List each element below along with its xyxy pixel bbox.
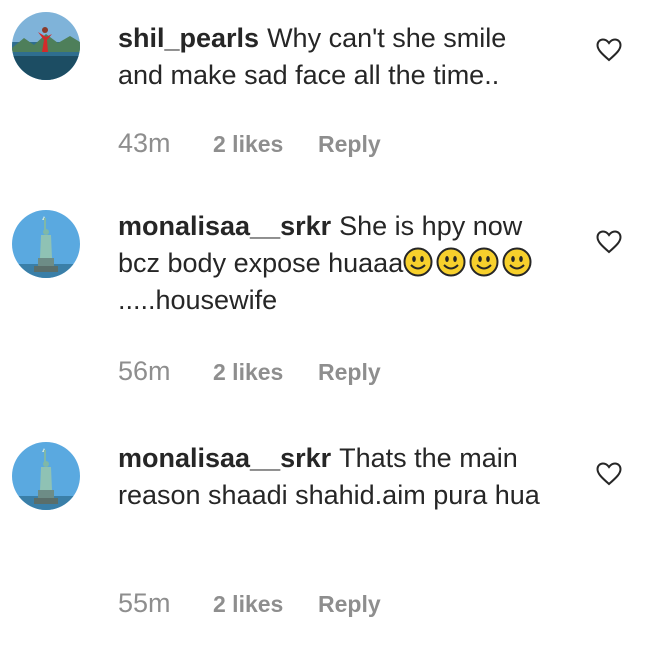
smiley-face-icon	[502, 247, 532, 277]
comment-username[interactable]: monalisaa__srkr	[118, 443, 331, 473]
heart-outline-icon[interactable]	[596, 230, 622, 254]
reply-button[interactable]: Reply	[318, 359, 381, 386]
comment-body: monalisaa__srkr She is hpy now bcz body e…	[118, 208, 558, 319]
reply-button[interactable]: Reply	[318, 131, 381, 158]
comment-body: shil_pearls Why can't she smile and make …	[118, 20, 558, 94]
comment-likes[interactable]: 2 likes	[213, 359, 318, 386]
avatar[interactable]	[12, 442, 80, 510]
comment-meta: 55m 2 likes Reply	[118, 588, 381, 619]
avatar[interactable]	[12, 210, 80, 278]
avatar-statue-of-liberty	[12, 210, 80, 278]
avatar-statue-of-liberty	[12, 442, 80, 510]
heart-outline-icon[interactable]	[596, 38, 622, 62]
comment-time[interactable]: 55m	[118, 588, 213, 619]
heart-outline-icon[interactable]	[596, 462, 622, 486]
smiley-face-icon	[436, 247, 466, 277]
reply-button[interactable]: Reply	[318, 591, 381, 618]
smiley-face-icon	[403, 247, 433, 277]
comment-meta: 56m 2 likes Reply	[118, 356, 381, 387]
comment-likes[interactable]: 2 likes	[213, 131, 318, 158]
smiley-face-icon	[469, 247, 499, 277]
comment-likes[interactable]: 2 likes	[213, 591, 318, 618]
comment-time[interactable]: 56m	[118, 356, 213, 387]
avatar[interactable]	[12, 12, 80, 80]
comment-username[interactable]: monalisaa__srkr	[118, 211, 331, 241]
comment-time[interactable]: 43m	[118, 128, 213, 159]
comment-meta: 43m 2 likes Reply	[118, 128, 381, 159]
comment-username[interactable]: shil_pearls	[118, 23, 259, 53]
comment-body: monalisaa__srkr Thats the main reason sha…	[118, 440, 558, 514]
avatar-landscape-photo	[12, 12, 80, 80]
comment-text-suffix: .....housewife	[118, 285, 278, 315]
